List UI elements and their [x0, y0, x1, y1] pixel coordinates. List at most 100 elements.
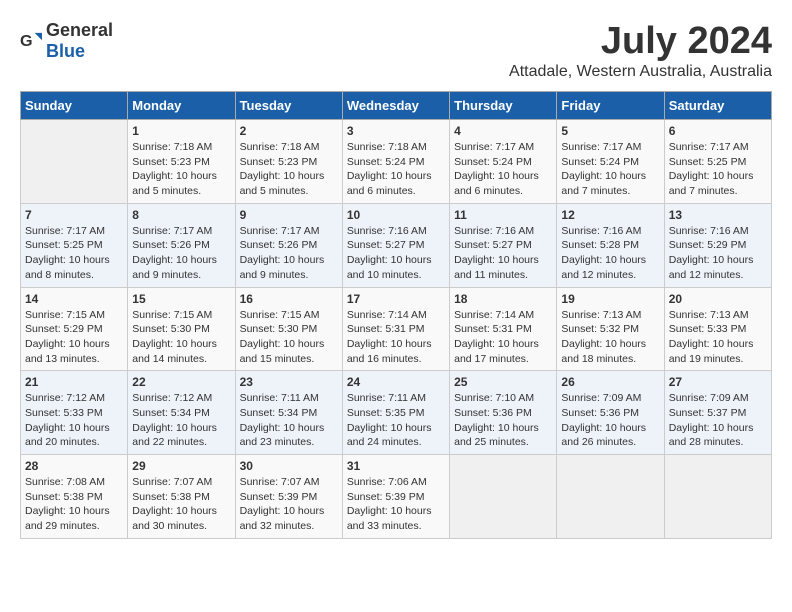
day-number: 16 [240, 292, 338, 306]
calendar-cell: 24 Sunrise: 7:11 AM Sunset: 5:35 PM Dayl… [342, 371, 449, 455]
day-number: 3 [347, 124, 445, 138]
weekday-header-thursday: Thursday [450, 92, 557, 120]
weekday-header-tuesday: Tuesday [235, 92, 342, 120]
day-number: 28 [25, 459, 123, 473]
day-info: Sunrise: 7:14 AM Sunset: 5:31 PM Dayligh… [347, 308, 445, 367]
day-number: 22 [132, 375, 230, 389]
calendar-week-row: 7 Sunrise: 7:17 AM Sunset: 5:25 PM Dayli… [21, 203, 772, 287]
day-info: Sunrise: 7:17 AM Sunset: 5:25 PM Dayligh… [669, 140, 767, 199]
calendar-cell: 5 Sunrise: 7:17 AM Sunset: 5:24 PM Dayli… [557, 120, 664, 204]
calendar-cell: 15 Sunrise: 7:15 AM Sunset: 5:30 PM Dayl… [128, 287, 235, 371]
day-info: Sunrise: 7:16 AM Sunset: 5:28 PM Dayligh… [561, 224, 659, 283]
day-number: 24 [347, 375, 445, 389]
calendar-cell [557, 455, 664, 539]
day-info: Sunrise: 7:07 AM Sunset: 5:38 PM Dayligh… [132, 475, 230, 534]
calendar-cell: 16 Sunrise: 7:15 AM Sunset: 5:30 PM Dayl… [235, 287, 342, 371]
calendar-cell: 29 Sunrise: 7:07 AM Sunset: 5:38 PM Dayl… [128, 455, 235, 539]
day-info: Sunrise: 7:18 AM Sunset: 5:23 PM Dayligh… [132, 140, 230, 199]
day-number: 11 [454, 208, 552, 222]
calendar-cell: 6 Sunrise: 7:17 AM Sunset: 5:25 PM Dayli… [664, 120, 771, 204]
calendar-cell: 8 Sunrise: 7:17 AM Sunset: 5:26 PM Dayli… [128, 203, 235, 287]
day-number: 14 [25, 292, 123, 306]
day-number: 9 [240, 208, 338, 222]
day-info: Sunrise: 7:18 AM Sunset: 5:24 PM Dayligh… [347, 140, 445, 199]
calendar-cell: 2 Sunrise: 7:18 AM Sunset: 5:23 PM Dayli… [235, 120, 342, 204]
day-number: 17 [347, 292, 445, 306]
day-info: Sunrise: 7:15 AM Sunset: 5:30 PM Dayligh… [132, 308, 230, 367]
day-info: Sunrise: 7:16 AM Sunset: 5:29 PM Dayligh… [669, 224, 767, 283]
logo-general-text: General [46, 20, 113, 40]
day-info: Sunrise: 7:09 AM Sunset: 5:36 PM Dayligh… [561, 391, 659, 450]
calendar-week-row: 14 Sunrise: 7:15 AM Sunset: 5:29 PM Dayl… [21, 287, 772, 371]
day-info: Sunrise: 7:17 AM Sunset: 5:24 PM Dayligh… [561, 140, 659, 199]
day-info: Sunrise: 7:11 AM Sunset: 5:34 PM Dayligh… [240, 391, 338, 450]
calendar-cell: 4 Sunrise: 7:17 AM Sunset: 5:24 PM Dayli… [450, 120, 557, 204]
weekday-header-friday: Friday [557, 92, 664, 120]
calendar-cell: 13 Sunrise: 7:16 AM Sunset: 5:29 PM Dayl… [664, 203, 771, 287]
day-number: 20 [669, 292, 767, 306]
day-number: 13 [669, 208, 767, 222]
calendar-cell: 3 Sunrise: 7:18 AM Sunset: 5:24 PM Dayli… [342, 120, 449, 204]
svg-text:G: G [20, 32, 33, 50]
day-number: 4 [454, 124, 552, 138]
day-info: Sunrise: 7:15 AM Sunset: 5:29 PM Dayligh… [25, 308, 123, 367]
calendar-cell [450, 455, 557, 539]
calendar-cell: 7 Sunrise: 7:17 AM Sunset: 5:25 PM Dayli… [21, 203, 128, 287]
weekday-header-wednesday: Wednesday [342, 92, 449, 120]
day-info: Sunrise: 7:17 AM Sunset: 5:24 PM Dayligh… [454, 140, 552, 199]
day-info: Sunrise: 7:15 AM Sunset: 5:30 PM Dayligh… [240, 308, 338, 367]
calendar-cell: 12 Sunrise: 7:16 AM Sunset: 5:28 PM Dayl… [557, 203, 664, 287]
calendar-cell: 25 Sunrise: 7:10 AM Sunset: 5:36 PM Dayl… [450, 371, 557, 455]
day-info: Sunrise: 7:06 AM Sunset: 5:39 PM Dayligh… [347, 475, 445, 534]
calendar-cell: 31 Sunrise: 7:06 AM Sunset: 5:39 PM Dayl… [342, 455, 449, 539]
day-number: 19 [561, 292, 659, 306]
day-info: Sunrise: 7:13 AM Sunset: 5:33 PM Dayligh… [669, 308, 767, 367]
calendar-cell: 19 Sunrise: 7:13 AM Sunset: 5:32 PM Dayl… [557, 287, 664, 371]
logo-icon: G [20, 30, 42, 52]
calendar-cell: 17 Sunrise: 7:14 AM Sunset: 5:31 PM Dayl… [342, 287, 449, 371]
calendar-cell [21, 120, 128, 204]
calendar-week-row: 1 Sunrise: 7:18 AM Sunset: 5:23 PM Dayli… [21, 120, 772, 204]
day-info: Sunrise: 7:17 AM Sunset: 5:25 PM Dayligh… [25, 224, 123, 283]
day-number: 1 [132, 124, 230, 138]
calendar-cell: 28 Sunrise: 7:08 AM Sunset: 5:38 PM Dayl… [21, 455, 128, 539]
day-info: Sunrise: 7:14 AM Sunset: 5:31 PM Dayligh… [454, 308, 552, 367]
day-info: Sunrise: 7:18 AM Sunset: 5:23 PM Dayligh… [240, 140, 338, 199]
page-title: July 2024 [509, 20, 772, 63]
calendar-cell: 11 Sunrise: 7:16 AM Sunset: 5:27 PM Dayl… [450, 203, 557, 287]
calendar-cell: 14 Sunrise: 7:15 AM Sunset: 5:29 PM Dayl… [21, 287, 128, 371]
calendar-cell: 10 Sunrise: 7:16 AM Sunset: 5:27 PM Dayl… [342, 203, 449, 287]
calendar-cell: 21 Sunrise: 7:12 AM Sunset: 5:33 PM Dayl… [21, 371, 128, 455]
calendar-cell: 27 Sunrise: 7:09 AM Sunset: 5:37 PM Dayl… [664, 371, 771, 455]
day-number: 26 [561, 375, 659, 389]
calendar-cell: 26 Sunrise: 7:09 AM Sunset: 5:36 PM Dayl… [557, 371, 664, 455]
day-number: 27 [669, 375, 767, 389]
calendar-cell: 18 Sunrise: 7:14 AM Sunset: 5:31 PM Dayl… [450, 287, 557, 371]
calendar-cell: 1 Sunrise: 7:18 AM Sunset: 5:23 PM Dayli… [128, 120, 235, 204]
day-number: 31 [347, 459, 445, 473]
day-number: 18 [454, 292, 552, 306]
calendar-cell: 23 Sunrise: 7:11 AM Sunset: 5:34 PM Dayl… [235, 371, 342, 455]
day-number: 10 [347, 208, 445, 222]
logo-blue-text: Blue [46, 41, 85, 61]
calendar-week-row: 28 Sunrise: 7:08 AM Sunset: 5:38 PM Dayl… [21, 455, 772, 539]
calendar-cell: 30 Sunrise: 7:07 AM Sunset: 5:39 PM Dayl… [235, 455, 342, 539]
day-number: 5 [561, 124, 659, 138]
day-info: Sunrise: 7:17 AM Sunset: 5:26 PM Dayligh… [240, 224, 338, 283]
day-info: Sunrise: 7:16 AM Sunset: 5:27 PM Dayligh… [454, 224, 552, 283]
day-info: Sunrise: 7:13 AM Sunset: 5:32 PM Dayligh… [561, 308, 659, 367]
day-info: Sunrise: 7:12 AM Sunset: 5:33 PM Dayligh… [25, 391, 123, 450]
calendar-cell: 22 Sunrise: 7:12 AM Sunset: 5:34 PM Dayl… [128, 371, 235, 455]
day-number: 15 [132, 292, 230, 306]
day-info: Sunrise: 7:12 AM Sunset: 5:34 PM Dayligh… [132, 391, 230, 450]
calendar-table: SundayMondayTuesdayWednesdayThursdayFrid… [20, 91, 772, 539]
weekday-header-saturday: Saturday [664, 92, 771, 120]
page-header: G General Blue July 2024 Attadale, Weste… [20, 20, 772, 81]
calendar-cell [664, 455, 771, 539]
title-block: July 2024 Attadale, Western Australia, A… [509, 20, 772, 81]
day-info: Sunrise: 7:17 AM Sunset: 5:26 PM Dayligh… [132, 224, 230, 283]
weekday-header-monday: Monday [128, 92, 235, 120]
day-info: Sunrise: 7:08 AM Sunset: 5:38 PM Dayligh… [25, 475, 123, 534]
day-info: Sunrise: 7:11 AM Sunset: 5:35 PM Dayligh… [347, 391, 445, 450]
day-number: 21 [25, 375, 123, 389]
